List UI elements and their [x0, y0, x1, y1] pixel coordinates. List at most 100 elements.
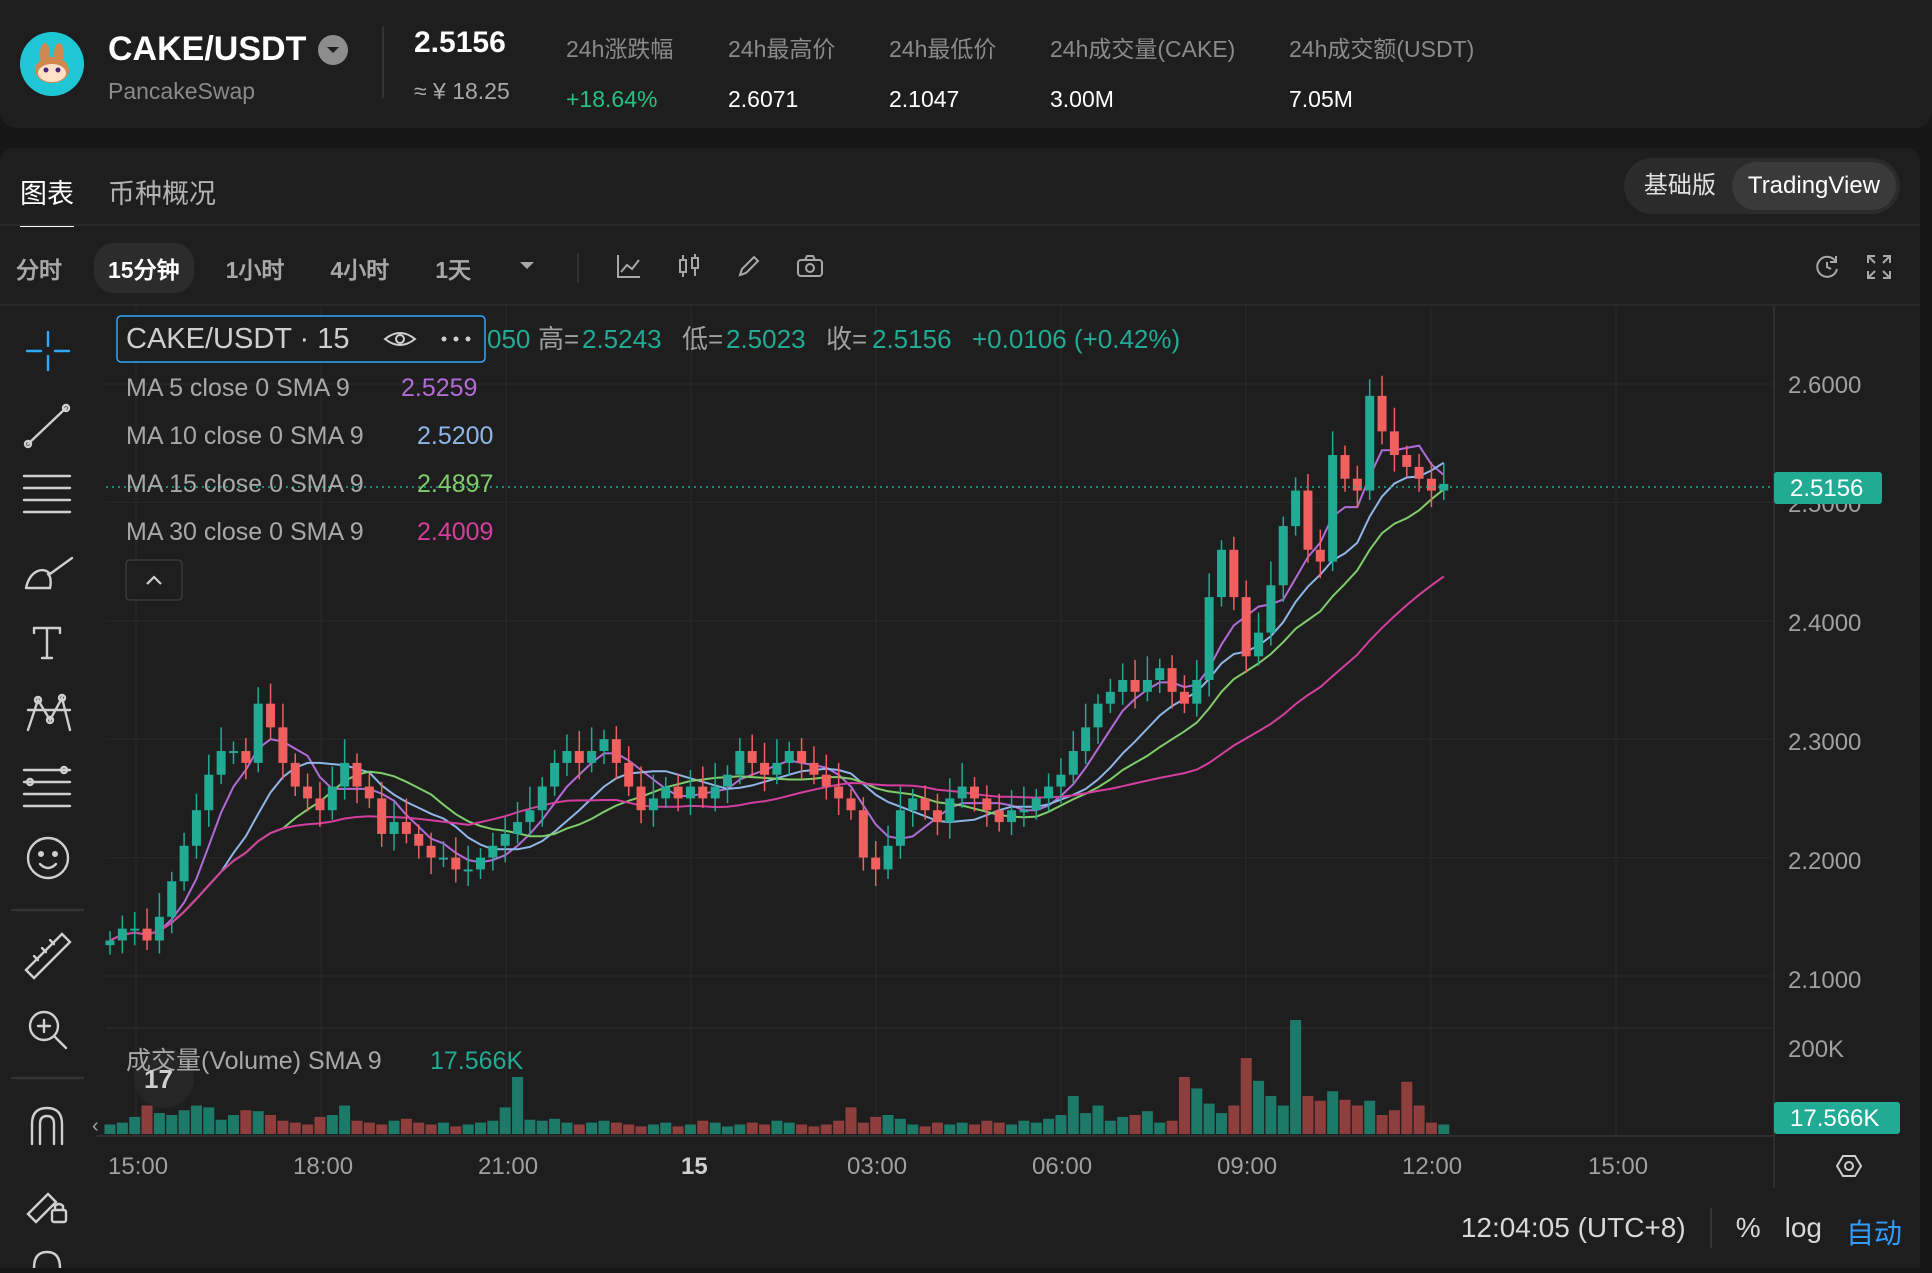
price-axis-label: 2.6000 — [1788, 372, 1861, 399]
volume-bar — [1166, 1120, 1178, 1134]
volume-bar — [598, 1120, 610, 1134]
volume-bar — [647, 1124, 659, 1134]
volume-bar — [931, 1122, 943, 1134]
volume-bar — [1092, 1105, 1104, 1134]
stat-label: 24h最低价 — [889, 36, 997, 62]
candle-body — [1031, 798, 1041, 811]
timeframe-1d[interactable]: 1天 — [421, 243, 485, 293]
price-axis-label: 2.2000 — [1788, 848, 1861, 875]
candle-body — [685, 786, 695, 799]
tab-chart[interactable]: 图表 — [20, 172, 74, 227]
toolbar-divider — [576, 253, 579, 283]
candle-body — [1019, 810, 1029, 813]
stat-change: 24h涨跌幅 +18.64% — [566, 30, 673, 113]
chart-area[interactable]: 2.6000 2.5000 2.4000 2.3000 2.2000 2.100… — [0, 306, 1920, 1268]
volume-bar — [944, 1124, 956, 1134]
timeframe-tick[interactable]: 分时 — [2, 243, 76, 293]
volume-bar — [870, 1116, 882, 1134]
mode-basic-button[interactable]: 基础版 — [1628, 162, 1732, 210]
timeframe-more-icon[interactable] — [517, 259, 537, 278]
price-axis-label: 2.3000 — [1788, 729, 1861, 756]
timeframe-15m[interactable]: 15分钟 — [94, 243, 194, 293]
pair-selector[interactable]: CAKE/USDT — [108, 30, 349, 69]
camera-icon[interactable] — [795, 252, 825, 285]
time-axis-label: 09:00 — [1217, 1153, 1277, 1180]
candle-body — [476, 857, 485, 870]
volume-bar — [1388, 1110, 1400, 1134]
scroll-left-icon[interactable]: ‹ — [92, 1115, 99, 1137]
volume-bar — [462, 1124, 474, 1134]
candle-body — [1291, 490, 1301, 527]
volume-bar — [561, 1122, 573, 1134]
volume-bar — [796, 1124, 808, 1134]
volume-bar — [1327, 1091, 1339, 1134]
volume-bar — [215, 1119, 227, 1134]
candle-body — [364, 786, 374, 799]
candle-body — [1414, 466, 1424, 479]
candle-body — [1254, 632, 1264, 657]
axis-settings-icon[interactable] — [1835, 1155, 1863, 1177]
draw-pencil-icon[interactable] — [735, 252, 763, 285]
collapse-legend-button[interactable] — [125, 559, 183, 601]
time-axis-label: 21:00 — [478, 1153, 538, 1180]
candle-body — [1007, 810, 1017, 823]
log-scale-button[interactable]: log — [1785, 1212, 1822, 1252]
candle-body — [1093, 703, 1103, 728]
volume-bar — [610, 1122, 622, 1134]
percent-scale-button[interactable]: % — [1736, 1212, 1761, 1252]
volume-bar — [1253, 1080, 1265, 1134]
volume-tag-text: 17.566K — [1790, 1105, 1879, 1132]
candle-body — [278, 727, 288, 763]
ma-label: MA 5 close 0 SMA 9 — [126, 374, 350, 402]
candle-body — [1192, 680, 1202, 704]
volume-bar — [1203, 1103, 1215, 1134]
volume-bar — [981, 1120, 993, 1134]
volume-bar — [363, 1122, 375, 1134]
candle-body — [1179, 691, 1189, 704]
timeframe-4h[interactable]: 4小时 — [316, 243, 403, 293]
tab-overview[interactable]: 币种概况 — [108, 172, 216, 211]
volume-bar — [1030, 1122, 1042, 1134]
candle-body — [1105, 691, 1115, 704]
volume-bar — [536, 1120, 548, 1134]
volume-bar — [857, 1122, 869, 1134]
volume-bar — [314, 1116, 326, 1134]
volume-bar — [808, 1126, 820, 1134]
candle-body — [191, 810, 201, 846]
candlestick-series — [105, 375, 1449, 955]
candle-body — [537, 786, 547, 811]
volume-axis-label: 200K — [1788, 1036, 1844, 1063]
stat-value: 3.00M — [1050, 86, 1114, 112]
volume-bar — [376, 1124, 388, 1134]
volume-bar — [635, 1126, 647, 1134]
volume-bar — [153, 1113, 165, 1134]
candle-body — [117, 928, 127, 941]
timeframe-toolbar: 分时 15分钟 1小时 4小时 1天 — [0, 243, 825, 293]
candle-body — [858, 810, 868, 858]
time-axis-label: 03:00 — [847, 1153, 907, 1180]
last-price: 2.5156 — [414, 26, 506, 59]
volume-bar — [1141, 1111, 1153, 1134]
volume-bar — [1080, 1113, 1092, 1134]
stat-turnover: 24h成交额(USDT) 7.05M — [1289, 30, 1474, 113]
indicators-icon[interactable] — [615, 252, 643, 285]
time-axis-label: 15 — [681, 1153, 708, 1180]
volume-bar — [1228, 1105, 1240, 1134]
chevron-down-icon — [318, 34, 349, 65]
auto-scale-button[interactable]: 自动 — [1846, 1212, 1902, 1252]
legend-low-label: 低= — [682, 324, 723, 354]
candle-type-icon[interactable] — [675, 252, 703, 285]
candle-body — [229, 751, 238, 754]
candle-body — [945, 798, 955, 823]
mode-tradingview-button[interactable]: TradingView — [1731, 162, 1896, 210]
volume-bar — [833, 1120, 845, 1134]
ma-label: MA 10 close 0 SMA 9 — [126, 422, 364, 450]
candle-body — [154, 916, 164, 941]
volume-bar — [166, 1115, 178, 1134]
reset-icon[interactable] — [1812, 252, 1842, 287]
candle-body — [1167, 668, 1177, 692]
volume-bar — [178, 1110, 190, 1134]
volume-bar — [660, 1122, 672, 1134]
fullscreen-icon[interactable] — [1864, 252, 1894, 287]
timeframe-1h[interactable]: 1小时 — [212, 243, 299, 293]
